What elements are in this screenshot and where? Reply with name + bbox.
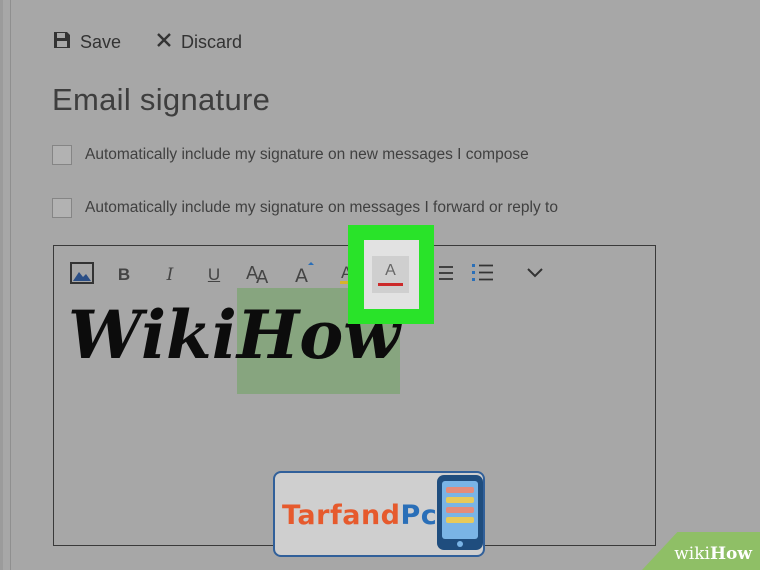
checkbox-new-messages[interactable]: [52, 145, 72, 165]
font-color-swatch: [378, 283, 403, 286]
pane-divider: [10, 0, 11, 570]
insert-picture-button[interactable]: [68, 260, 96, 290]
watermark-part2: Pc: [400, 500, 438, 531]
window-edge: [0, 0, 3, 570]
discard-button[interactable]: Discard: [155, 31, 242, 54]
save-icon: [52, 30, 72, 55]
phone-icon: [437, 475, 483, 550]
svg-text:A: A: [295, 265, 308, 285]
close-icon: [155, 31, 173, 54]
watermark-text: TarfandPc: [282, 500, 437, 531]
format-toolbar: B I U AA A A: [68, 260, 548, 290]
option-forward-reply[interactable]: Automatically include my signature on me…: [52, 198, 558, 218]
font-size-button[interactable]: AA: [244, 260, 274, 290]
chevron-down-icon: [526, 266, 544, 285]
image-icon: [70, 261, 94, 289]
numbering-button[interactable]: [470, 260, 496, 290]
font-color-icon: A: [385, 262, 396, 279]
wikihow-how: How: [709, 544, 752, 564]
underline-button[interactable]: U: [202, 260, 226, 290]
font-color-button[interactable]: A: [372, 256, 409, 293]
more-options-button[interactable]: [522, 260, 548, 290]
checkbox-forward-reply[interactable]: [52, 198, 72, 218]
watermark-part1: Tarfand: [282, 500, 401, 531]
save-label: Save: [80, 32, 122, 52]
command-bar: Save Discard: [52, 30, 242, 55]
page-title: Email signature: [52, 82, 271, 117]
grow-font-button[interactable]: A: [292, 260, 320, 290]
numbering-icon: [471, 262, 495, 289]
option-label: Automatically include my signature on ne…: [85, 146, 529, 163]
wikihow-logo: wikiHow: [674, 544, 752, 564]
discard-label: Discard: [181, 32, 243, 52]
increase-font-icon: A: [293, 261, 319, 290]
font-size-icon: AA: [245, 261, 273, 290]
bullets-button[interactable]: [434, 260, 458, 290]
svg-text:A: A: [256, 267, 269, 285]
save-button[interactable]: Save: [52, 30, 121, 55]
bold-button[interactable]: B: [112, 260, 136, 290]
wikihow-wiki: wiki: [674, 544, 710, 564]
bullets-icon: [437, 263, 455, 288]
signature-plain: Wiki: [68, 296, 237, 374]
italic-button[interactable]: I: [158, 260, 182, 290]
option-label: Automatically include my signature on me…: [85, 199, 558, 216]
option-new-messages[interactable]: Automatically include my signature on ne…: [52, 145, 529, 165]
